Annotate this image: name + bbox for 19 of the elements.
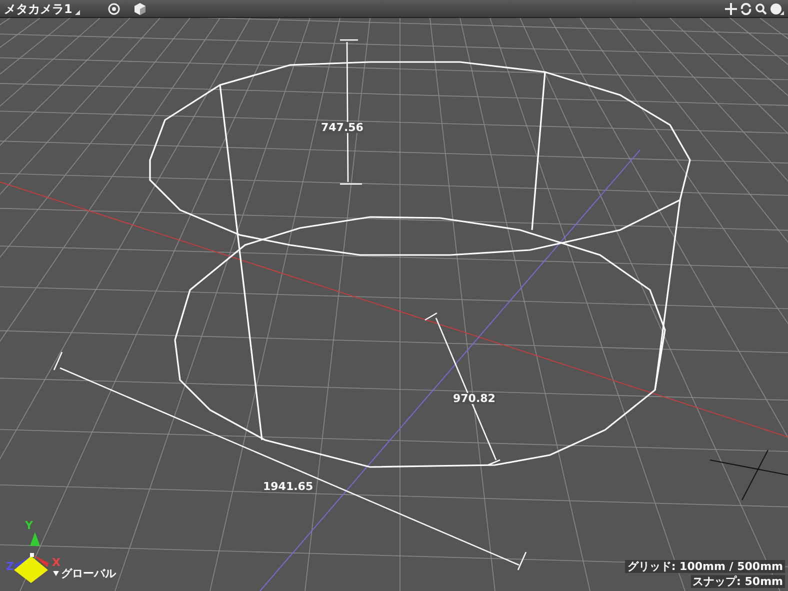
rotate-icon[interactable]: [740, 2, 752, 14]
camera-title[interactable]: メタカメラ1: [4, 2, 72, 14]
sphere-icon[interactable]: [770, 2, 784, 14]
status-text: グリッド: 100mm / 500mm: [625, 560, 785, 573]
dropdown-arrow-icon[interactable]: [53, 571, 59, 576]
corner-icon[interactable]: [75, 10, 80, 15]
dimension-label: 970.82: [452, 393, 496, 404]
target-icon[interactable]: [108, 2, 120, 14]
dimension-label: 747.56: [320, 122, 364, 133]
search-icon[interactable]: [755, 2, 767, 14]
coordinate-space-label[interactable]: グローバル: [61, 568, 116, 579]
status-text: スナップ: 50mm: [690, 575, 785, 588]
y-axis-label: Y: [25, 520, 33, 531]
move-icon[interactable]: [725, 2, 737, 14]
z-axis-label: Z: [6, 561, 14, 572]
dimension-label: 1941.65: [262, 481, 314, 492]
x-axis-label: X: [52, 557, 60, 568]
cube-icon[interactable]: [134, 2, 146, 14]
axis-gizmo-drawing: [14, 532, 49, 583]
